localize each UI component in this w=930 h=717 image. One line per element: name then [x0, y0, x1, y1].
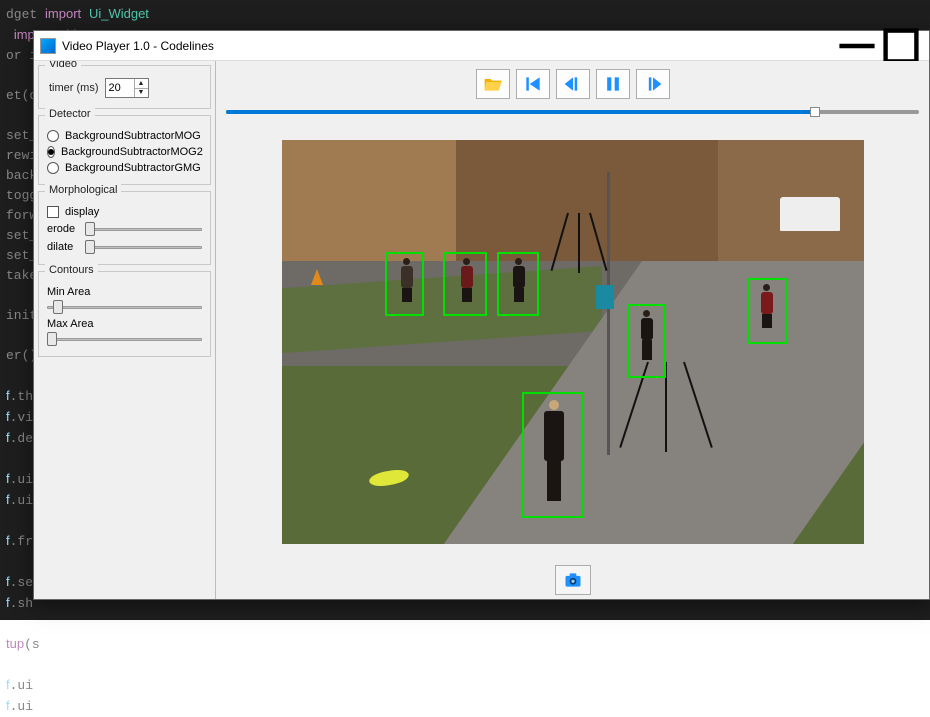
timer-label: timer (ms): [49, 82, 99, 94]
detection-bbox: [747, 278, 787, 344]
detection-bbox: [522, 392, 584, 518]
spin-up-icon[interactable]: ▲: [135, 79, 148, 88]
pause-button[interactable]: [596, 69, 630, 99]
main-panel: [216, 61, 929, 599]
snapshot-button[interactable]: [555, 565, 591, 595]
detection-bbox: [385, 252, 424, 316]
app-icon: [40, 38, 56, 54]
camera-icon: [563, 570, 583, 590]
timer-input[interactable]: [106, 79, 134, 97]
min-area-slider[interactable]: [47, 300, 202, 314]
detector-group-title: Detector: [45, 108, 95, 120]
video-group-title: Video: [45, 61, 81, 70]
detection-bbox: [497, 252, 539, 316]
detector-option-mog2[interactable]: BackgroundSubtractorMOG2: [45, 144, 204, 160]
checkbox-icon: [47, 206, 59, 218]
radio-icon: [47, 130, 59, 142]
step-prev-button[interactable]: [556, 69, 590, 99]
detection-bbox: [627, 304, 666, 378]
seek-slider[interactable]: [226, 107, 919, 117]
app-window: Video Player 1.0 - Codelines Video timer…: [33, 30, 930, 600]
min-area-label: Min Area: [47, 286, 202, 298]
dilate-slider[interactable]: [85, 240, 202, 254]
erode-slider[interactable]: [85, 222, 202, 236]
detector-option-mog[interactable]: BackgroundSubtractorMOG: [45, 128, 204, 144]
timer-spinbox[interactable]: ▲ ▼: [105, 78, 149, 98]
pause-icon: [603, 74, 623, 94]
playback-toolbar: [476, 69, 670, 99]
tripod-small: [561, 213, 597, 273]
step-next-button[interactable]: [636, 69, 670, 99]
erode-label: erode: [47, 223, 79, 235]
open-file-button[interactable]: [476, 69, 510, 99]
seek-handle[interactable]: [810, 107, 820, 117]
lamp-post: [607, 172, 610, 455]
radio-icon: [47, 162, 59, 174]
max-area-label: Max Area: [47, 318, 202, 330]
detector-label: BackgroundSubtractorGMG: [65, 162, 201, 174]
detection-bbox: [443, 252, 487, 316]
van: [780, 197, 840, 231]
street-sign: [596, 285, 614, 309]
display-label: display: [65, 206, 99, 218]
display-checkbox-row[interactable]: display: [45, 204, 204, 220]
folder-open-icon: [483, 74, 503, 94]
radio-icon: [47, 146, 55, 158]
max-area-slider[interactable]: [47, 332, 202, 346]
seek-fill: [226, 110, 815, 114]
maximize-button[interactable]: [879, 32, 923, 60]
traffic-cone: [311, 269, 323, 285]
morphological-group: Morphological display erode: [38, 191, 211, 265]
contours-group: Contours Min Area Max Area: [38, 271, 211, 357]
detector-option-gmg[interactable]: BackgroundSubtractorGMG: [45, 160, 204, 176]
window-title: Video Player 1.0 - Codelines: [62, 39, 835, 53]
step-next-icon: [643, 74, 663, 94]
settings-sidebar: Video timer (ms) ▲ ▼ Detector: [34, 61, 216, 599]
detector-label: BackgroundSubtractorMOG: [65, 130, 201, 142]
video-frame: [282, 140, 864, 544]
minimize-button[interactable]: [835, 32, 879, 60]
skip-first-icon: [523, 74, 543, 94]
skip-first-button[interactable]: [516, 69, 550, 99]
spin-down-icon[interactable]: ▼: [135, 88, 148, 98]
titlebar: Video Player 1.0 - Codelines: [34, 31, 929, 61]
video-group: Video timer (ms) ▲ ▼: [38, 65, 211, 109]
detector-group: Detector BackgroundSubtractorMOG Backgro…: [38, 115, 211, 185]
step-prev-icon: [563, 74, 583, 94]
dilate-label: dilate: [47, 241, 79, 253]
detector-label: BackgroundSubtractorMOG2: [61, 146, 203, 158]
contours-group-title: Contours: [45, 264, 98, 276]
morph-group-title: Morphological: [45, 184, 121, 196]
